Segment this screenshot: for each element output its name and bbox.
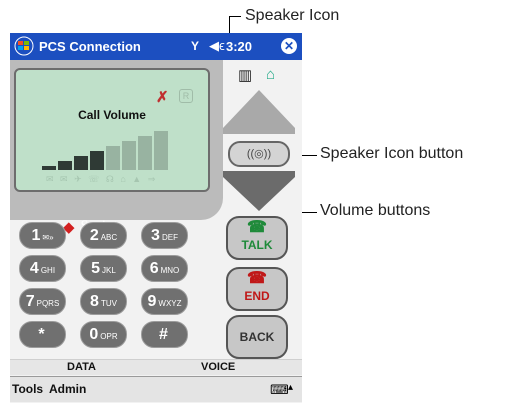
key-3[interactable]: 3 DEF xyxy=(141,222,188,249)
hangup-icon: ☎ xyxy=(247,270,267,287)
key-letters: JKL xyxy=(102,266,116,275)
key-digit: 7 xyxy=(25,293,35,310)
key-star[interactable]: * xyxy=(19,321,66,348)
input-menu-arrow-icon[interactable]: ▴ xyxy=(288,382,293,393)
key-digit: 6 xyxy=(149,260,159,277)
close-icon[interactable]: ✕ xyxy=(281,38,297,54)
volume-bar-7 xyxy=(138,136,152,170)
key-letters: OPR xyxy=(100,332,118,341)
mode-tabs: DATA VOICE xyxy=(10,359,302,375)
back-button[interactable]: BACK xyxy=(226,315,288,359)
tab-data[interactable]: DATA xyxy=(67,361,96,373)
volume-bar-2 xyxy=(58,161,72,170)
key-digit: 4 xyxy=(29,260,39,277)
key-digit: 0 xyxy=(89,326,99,343)
status-icons-row: ✉ ✉ ✈ ☏ ☊ ⌂ ▲ ⇒ xyxy=(46,174,158,184)
volume-bar-5 xyxy=(106,146,120,170)
key-0[interactable]: 0 OPR xyxy=(80,321,127,348)
call-volume-heading: Call Volume xyxy=(78,108,146,122)
tab-voice[interactable]: VOICE xyxy=(201,361,235,373)
menu-tools[interactable]: Tools xyxy=(12,382,43,396)
key-digit: 5 xyxy=(91,260,101,277)
speaker-icon[interactable]: ◀ϵ xyxy=(209,38,225,54)
key-digit: # xyxy=(159,326,168,343)
speaker-icon-callout-line-h xyxy=(229,16,241,17)
end-button[interactable]: ☎ END xyxy=(226,267,288,311)
key-letters: ✉» xyxy=(42,233,54,242)
device-screen: PCS Connection Y ◀ϵ 3:20 ✕ ▥ ⌂ ✗ R Call … xyxy=(10,33,302,403)
key-8[interactable]: 8 TUV xyxy=(80,288,127,315)
phone-handset-icon: ☎ xyxy=(247,219,267,236)
speaker-icon-button[interactable]: ((◎)) xyxy=(228,141,290,167)
back-label: BACK xyxy=(239,330,275,344)
start-menu-icon[interactable] xyxy=(13,36,35,56)
key-digit: 8 xyxy=(90,293,99,310)
key-5[interactable]: 5 JKL xyxy=(80,255,127,282)
volume-up-button-base[interactable] xyxy=(223,128,295,134)
menu-bar: Tools Admin ⌨ ▴ xyxy=(10,376,302,402)
volume-up-button[interactable] xyxy=(223,90,295,128)
mute-icon: ✗ xyxy=(156,89,169,106)
key-digit: 2 xyxy=(89,227,99,244)
key-letters: MNO xyxy=(160,266,180,275)
end-label: END xyxy=(244,289,270,303)
title-bar: PCS Connection Y ◀ϵ 3:20 ✕ xyxy=(10,33,302,60)
key-digit: 1 xyxy=(31,227,41,244)
app-title: PCS Connection xyxy=(39,39,141,54)
key-4[interactable]: 4 GHI xyxy=(19,255,66,282)
signal-icon: Y xyxy=(191,39,200,53)
volume-buttons-callout: Volume buttons xyxy=(320,202,431,219)
volume-down-button[interactable] xyxy=(223,177,295,211)
clock-time: 3:20 xyxy=(226,39,253,54)
volume-bar-4 xyxy=(90,151,104,170)
volume-bar-8 xyxy=(154,131,168,170)
volume-bar-3 xyxy=(74,156,88,170)
volume-bar-1 xyxy=(42,166,56,170)
talk-label: TALK xyxy=(241,238,273,252)
speaker-icon-callout: Speaker Icon xyxy=(245,7,340,24)
notes-icon[interactable]: ⌂ xyxy=(266,66,275,83)
key-6[interactable]: 6 MNO xyxy=(141,255,188,282)
roaming-icon: R xyxy=(179,89,193,103)
key-digit: * xyxy=(38,326,45,343)
key-7[interactable]: 7 PQRS xyxy=(19,288,66,315)
key-digit: 9 xyxy=(147,293,157,310)
key-letters: DEF xyxy=(161,233,178,242)
key-9[interactable]: 9 WXYZ xyxy=(141,288,188,315)
key-letters: TUV xyxy=(100,299,117,308)
volume-bar-6 xyxy=(122,141,136,170)
menu-admin[interactable]: Admin xyxy=(49,382,86,396)
talk-button[interactable]: ☎ TALK xyxy=(226,216,288,260)
keyboard-icon[interactable]: ⌨ xyxy=(270,382,289,398)
key-2[interactable]: 2 ABC xyxy=(80,222,127,249)
key-digit: 3 xyxy=(151,227,160,244)
lcd-screen: ✗ R Call Volume ✉ ✉ ✈ ☏ ☊ ⌂ ▲ ⇒ xyxy=(14,68,210,192)
display-panel: ✗ R Call Volume ✉ ✉ ✈ ☏ ☊ ⌂ ▲ ⇒ ◆ Sprint… xyxy=(10,60,223,236)
key-letters: GHI xyxy=(40,266,56,275)
phonebook-icon[interactable]: ▥ xyxy=(238,66,252,84)
speaker-button-callout: Speaker Icon button xyxy=(320,145,464,162)
key-letters: ABC xyxy=(100,233,118,242)
key-letters: PQRS xyxy=(36,299,60,308)
key-hash[interactable]: # xyxy=(141,321,188,348)
key-1[interactable]: 1 ✉» xyxy=(19,222,66,249)
key-letters: WXYZ xyxy=(158,299,182,308)
